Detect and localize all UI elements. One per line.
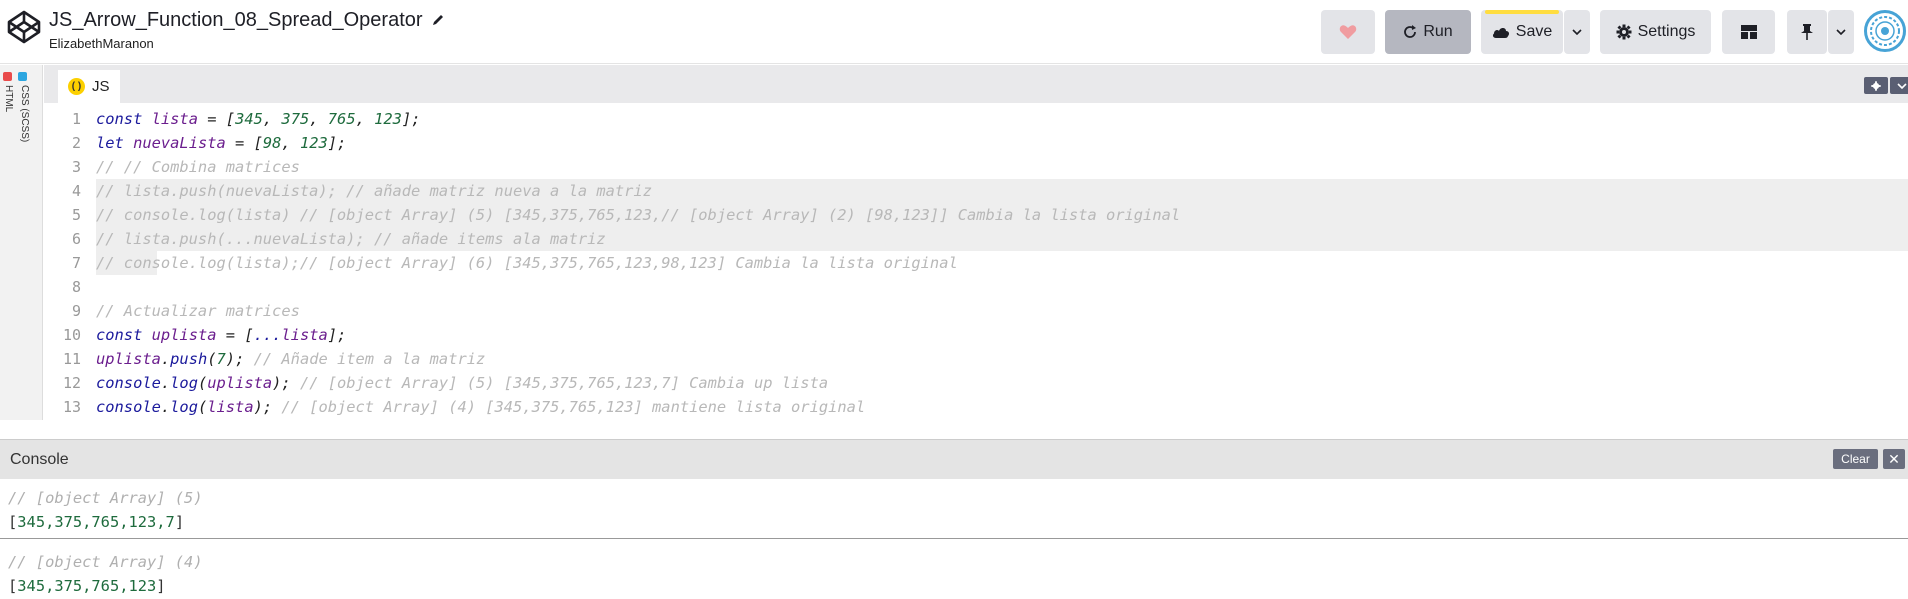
run-label: Run — [1423, 23, 1453, 40]
html-editor-tab[interactable]: HTML — [1, 85, 15, 112]
console-close-button[interactable]: ✕ — [1883, 449, 1905, 469]
console-entry: // [object Array] (4) [345,375,765,123] — [0, 550, 1908, 598]
collapsed-editor-tabs: HTML CSS (SCSS) — [0, 65, 43, 420]
code-line: 11 uplista.push(7); // Añade item a la ma… — [62, 350, 486, 368]
console-entry: // [object Array] (5) [345,375,765,123,7… — [0, 486, 1908, 534]
layout-icon — [1740, 25, 1757, 39]
code-editor[interactable]: 1 const lista = [345, 375, 765, 123]; 2 le… — [44, 103, 1908, 420]
settings-label: Settings — [1637, 23, 1696, 40]
cloud-icon — [1492, 28, 1509, 38]
console-entry-value: [345,375,765,123,7] — [8, 513, 185, 531]
console-header[interactable]: Console Clear ✕ — [0, 439, 1908, 479]
chevron-down-icon — [1897, 82, 1907, 89]
console-entry-comment: // [object Array] (5) — [8, 489, 203, 507]
console-entry-comment: // [object Array] (4) — [8, 553, 203, 571]
avatar-image — [1870, 16, 1900, 46]
run-button[interactable]: Run — [1385, 10, 1471, 54]
change-view-button[interactable] — [1722, 10, 1775, 54]
codepen-logo-icon[interactable] — [6, 9, 42, 45]
close-icon: ✕ — [1888, 450, 1900, 467]
chevron-down-icon — [1572, 29, 1582, 35]
code-line: 9// Actualizar matrices — [71, 302, 300, 320]
code-line: 8 — [71, 278, 81, 296]
save-button[interactable]: Save — [1481, 10, 1563, 54]
code-line: 13 console.log(lista); // [object Array] … — [62, 398, 866, 416]
code-line: 7// console.log(lista);// [object Array]… — [71, 254, 958, 272]
js-editor-tab[interactable]: ( ) JS — [58, 70, 120, 103]
code-line: 2 let nuevaLista = [98, 123]; — [71, 134, 347, 152]
code-line: 4// lista.push(nuevaLista); // añade mat… — [71, 182, 652, 200]
code-line: 6// lista.push(...nuevaLista); // añade … — [71, 230, 606, 248]
code-line: 12 console.log(uplista); // [object Array… — [62, 374, 829, 392]
console-output: // [object Array] (5) [345,375,765,123,7… — [0, 479, 1908, 599]
js-icon: ( ) — [68, 78, 85, 95]
code-line: 5// console.log(lista) // [object Array]… — [71, 206, 1181, 224]
code-line: 1 const lista = [345, 375, 765, 123]; — [71, 110, 421, 128]
app-header: JS_Arrow_Function_08_Spread_Operator Eli… — [0, 0, 1908, 64]
console-clear-button[interactable]: Clear — [1833, 449, 1878, 469]
code-line: 10 const uplista = [...lista]; — [62, 326, 347, 344]
gear-icon — [1871, 80, 1881, 91]
pin-icon — [1801, 24, 1813, 40]
console-divider — [0, 538, 1908, 539]
css-badge-icon — [18, 72, 27, 81]
console-title: Console — [10, 451, 69, 468]
editor-tab-bar: ( ) JS — [44, 65, 1908, 103]
css-editor-tab[interactable]: CSS (SCSS) — [17, 85, 31, 142]
js-tab-label: JS — [92, 78, 110, 95]
pencil-icon[interactable] — [431, 13, 445, 27]
editor-settings-button[interactable] — [1864, 77, 1888, 94]
pin-button[interactable] — [1787, 10, 1827, 54]
pen-author[interactable]: ElizabethMaranon — [49, 36, 445, 51]
html-badge-icon — [3, 72, 12, 81]
save-label: Save — [1515, 23, 1553, 40]
console-entry-value: [345,375,765,123] — [8, 577, 166, 595]
code-line: 3// // Combina matrices — [71, 158, 300, 176]
refresh-icon — [1404, 25, 1417, 38]
gear-icon — [1616, 24, 1632, 40]
settings-button[interactable]: Settings — [1600, 10, 1711, 54]
chevron-down-icon — [1836, 29, 1846, 35]
save-options-button[interactable] — [1564, 10, 1590, 54]
pen-title[interactable]: JS_Arrow_Function_08_Spread_Operator — [49, 8, 423, 32]
heart-icon — [1339, 25, 1357, 39]
pin-options-button[interactable] — [1828, 10, 1854, 54]
pen-title-block: JS_Arrow_Function_08_Spread_Operator Eli… — [49, 8, 445, 51]
like-button[interactable] — [1321, 10, 1375, 54]
user-avatar[interactable] — [1864, 10, 1906, 52]
editor-collapse-button[interactable] — [1890, 77, 1908, 94]
